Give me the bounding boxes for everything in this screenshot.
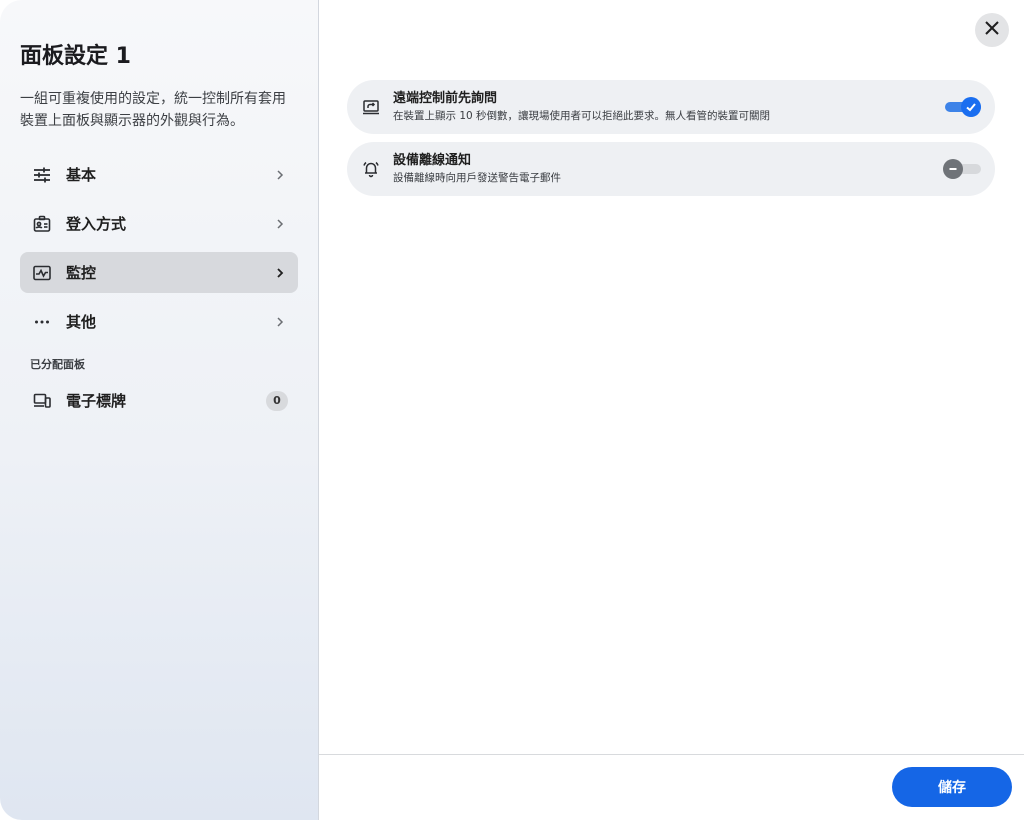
- more-horizontal-icon: [32, 312, 52, 332]
- sidebar-item-label: 基本: [66, 166, 97, 184]
- sidebar: 面板設定 1 一組可重複使用的設定，統一控制所有套用裝置上面板與顯示器的外觀與行…: [0, 0, 319, 820]
- count-badge: 0: [266, 390, 288, 411]
- sidebar-item-label: 監控: [66, 264, 97, 282]
- close-button[interactable]: [975, 13, 1009, 47]
- settings-list: 遠端控制前先詢問 在裝置上顯示 10 秒倒數，讓現場使用者可以拒絕此要求。無人看…: [347, 80, 995, 204]
- monitoring-icon: [32, 263, 52, 283]
- minus-icon: [943, 159, 963, 179]
- sidebar-item-label: 登入方式: [66, 215, 127, 233]
- bell-icon: [361, 159, 381, 179]
- offline-notify-toggle[interactable]: [943, 159, 981, 179]
- sidebar-item-basic[interactable]: 基本: [20, 154, 298, 195]
- remote-screen-icon: [361, 97, 381, 117]
- chevron-right-icon: [272, 167, 288, 183]
- save-button[interactable]: 儲存: [892, 767, 1012, 807]
- chevron-right-icon: [272, 216, 288, 232]
- setting-description: 設備離線時向用戶發送警告電子郵件: [393, 172, 561, 184]
- sidebar-item-other[interactable]: 其他: [20, 301, 298, 342]
- page-title: 面板設定 1: [20, 44, 131, 69]
- setting-row-remote-confirm: 遠端控制前先詢問 在裝置上顯示 10 秒倒數，讓現場使用者可以拒絕此要求。無人看…: [347, 80, 995, 134]
- sidebar-item-label: 其他: [66, 313, 97, 331]
- close-icon: [984, 20, 1000, 40]
- page-description: 一組可重複使用的設定，統一控制所有套用裝置上面板與顯示器的外觀與行為。: [20, 91, 286, 129]
- setting-description: 在裝置上顯示 10 秒倒數，讓現場使用者可以拒絕此要求。無人看管的裝置可關閉: [393, 110, 771, 122]
- main-panel: 遠端控制前先詢問 在裝置上顯示 10 秒倒數，讓現場使用者可以拒絕此要求。無人看…: [319, 0, 1024, 820]
- devices-icon: [32, 391, 52, 411]
- remote-confirm-toggle[interactable]: [945, 97, 981, 117]
- dialog-footer: 儲存: [319, 754, 1024, 820]
- id-badge-icon: [32, 214, 52, 234]
- chevron-right-icon: [272, 265, 288, 281]
- sidebar-item-label: 電子標牌: [66, 392, 127, 410]
- sliders-icon: [32, 165, 52, 185]
- assigned-panels-heading: 已分配面板: [30, 358, 85, 371]
- chevron-right-icon: [272, 314, 288, 330]
- sidebar-item-monitoring[interactable]: 監控: [20, 252, 298, 293]
- setting-title: 遠端控制前先詢問: [393, 91, 498, 106]
- setting-row-offline-notify: 設備離線通知 設備離線時向用戶發送警告電子郵件: [347, 142, 995, 196]
- check-icon: [961, 97, 981, 117]
- sidebar-item-login-method[interactable]: 登入方式: [20, 203, 298, 244]
- setting-title: 設備離線通知: [393, 153, 472, 168]
- settings-dialog: 面板設定 1 一組可重複使用的設定，統一控制所有套用裝置上面板與顯示器的外觀與行…: [0, 0, 1024, 820]
- sidebar-item-digital-signage[interactable]: 電子標牌 0: [20, 380, 298, 421]
